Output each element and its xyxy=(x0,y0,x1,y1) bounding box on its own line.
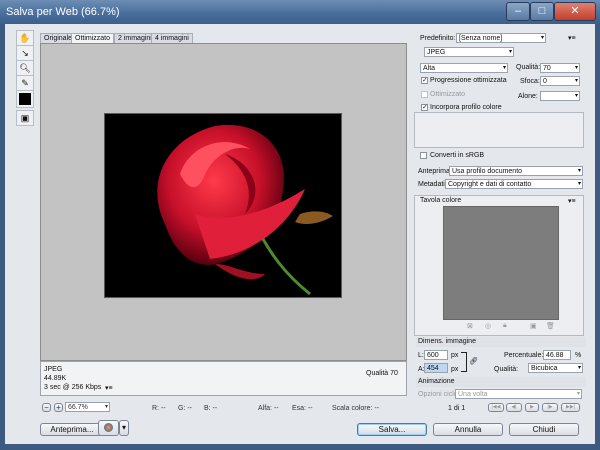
height-unit: px xyxy=(451,366,459,373)
close-window-button[interactable]: ✕ xyxy=(554,2,596,21)
toolbox: ✋ ↘ 🔍︎ ✎ ▣ xyxy=(16,30,34,126)
width-input[interactable]: 600 xyxy=(424,350,448,360)
play-button[interactable]: ▶ xyxy=(525,403,539,412)
preview-image[interactable] xyxy=(104,113,342,298)
delete-color-icon[interactable]: 🗑︎ xyxy=(546,322,555,330)
animation-header: Animazione xyxy=(416,377,586,387)
eyedropper-icon[interactable]: ✎ xyxy=(16,75,34,91)
width-unit: px xyxy=(451,352,459,359)
tab-4up[interactable]: 4 immagini xyxy=(151,33,193,43)
preview-label: Anteprima: xyxy=(418,168,452,175)
info-format: JPEG xyxy=(44,366,63,373)
embed-profile-checkbox[interactable]: ✓ xyxy=(421,104,428,111)
slice-select-icon[interactable]: ↘ xyxy=(16,45,34,61)
minimize-button[interactable]: – xyxy=(506,2,530,21)
readout-index: Scala colore: -- xyxy=(332,405,380,412)
quality-input[interactable]: 70 ▾ xyxy=(540,63,580,73)
web-snap-icon[interactable]: ◎ xyxy=(485,322,491,330)
tab-optimized[interactable]: Ottimizzato xyxy=(71,33,115,43)
frame-counter: 1 di 1 xyxy=(448,405,466,412)
width-label: L: xyxy=(418,352,424,359)
hand-icon[interactable]: ✋ xyxy=(16,30,34,46)
constrain-proportions-icon[interactable]: 🔗︎ xyxy=(469,357,478,365)
metadata-select[interactable]: Copyright e dati di contatto ▾ xyxy=(445,179,583,189)
srgb-label: Converti in sRGB xyxy=(430,152,485,159)
readout-hex: Esa: -- xyxy=(292,405,313,412)
format-select[interactable]: JPEG ▾ xyxy=(424,47,514,57)
matte-select[interactable]: ▾ xyxy=(540,91,580,101)
title-bar: Salva per Web (66.7%) – □ ✕ xyxy=(0,0,600,24)
progressive-label: Progressione ottimizzata xyxy=(430,77,507,84)
zoom-out-button[interactable]: − xyxy=(42,403,51,412)
save-button[interactable]: Salva... xyxy=(357,423,427,436)
info-download-time: 3 sec @ 256 Kbps xyxy=(44,384,102,391)
loop-select[interactable]: Una volta ▾ xyxy=(455,389,582,399)
settings-divider xyxy=(414,112,584,148)
map-color-icon[interactable]: ⊠ xyxy=(467,322,473,330)
zoom-icon[interactable]: 🔍︎ xyxy=(16,60,34,76)
download-menu-icon[interactable]: ▾≡ xyxy=(105,384,113,392)
readout-alpha: Alfa: -- xyxy=(258,405,279,412)
browser-icon[interactable] xyxy=(98,420,119,436)
prev-frame-button[interactable]: ◀| xyxy=(506,403,522,412)
color-swatch-icon[interactable] xyxy=(16,90,34,108)
preset-select[interactable]: [Senza nome] ▾ xyxy=(456,33,546,43)
embed-profile-label: Incorpora profilo colore xyxy=(430,104,502,111)
matte-label: Alone: xyxy=(518,93,538,100)
resample-label: Qualità: xyxy=(494,366,519,373)
readout-r: R: -- xyxy=(152,405,166,412)
readout-g: G: -- xyxy=(178,405,192,412)
tab-2up[interactable]: 2 immagini xyxy=(114,33,156,43)
loop-label: Opzioni ciclo: xyxy=(418,391,460,398)
progressive-checkbox[interactable]: ✓ xyxy=(421,77,428,84)
srgb-checkbox[interactable] xyxy=(420,152,427,159)
color-table-grid[interactable] xyxy=(443,206,559,320)
height-input[interactable]: 454 xyxy=(424,363,448,373)
color-table-title: Tavola colore xyxy=(420,197,462,204)
preview-in-browser-button[interactable]: Anteprima... xyxy=(40,423,104,436)
image-size-header: Dimens. immagine xyxy=(416,337,586,347)
preset-label: Predefinito: xyxy=(420,35,456,42)
window-title: Salva per Web (66.7%) xyxy=(6,6,120,18)
percent-unit: % xyxy=(575,352,582,359)
preview-select[interactable]: Usa profilo documento ▾ xyxy=(449,166,583,176)
new-color-icon[interactable]: ▣ xyxy=(530,322,537,330)
optimized-label: Ottimizzato xyxy=(430,91,466,98)
blur-input[interactable]: 0 ▾ xyxy=(540,76,580,86)
info-file-size: 44.89K xyxy=(44,375,67,382)
optimize-menu-icon[interactable]: ▾≡ xyxy=(568,34,576,42)
last-frame-button[interactable]: ▶▶| xyxy=(561,403,580,412)
animation-controls: |◀◀ ◀| ▶ |▶ ▶▶| xyxy=(488,403,580,412)
blur-label: Sfoca: xyxy=(520,78,540,85)
zoom-select[interactable]: 66.7% ▾ xyxy=(65,402,110,412)
zoom-in-button[interactable]: + xyxy=(54,403,63,412)
compression-select[interactable]: Alta ▾ xyxy=(420,63,508,73)
first-frame-button[interactable]: |◀◀ xyxy=(488,403,504,412)
quality-label: Qualità: xyxy=(516,64,541,71)
lock-color-icon[interactable]: 🔒︎ xyxy=(503,322,507,330)
metadata-label: Metadati: xyxy=(418,181,447,188)
status-bar: − + 66.7% ▾ R: -- G: -- B: -- Alfa: -- Es… xyxy=(40,400,407,416)
toggle-slices-icon[interactable]: ▣ xyxy=(16,110,34,126)
percent-input[interactable]: 46.88 xyxy=(543,350,571,360)
color-table-menu-icon[interactable]: ▾≡ xyxy=(568,197,576,205)
maximize-button[interactable]: □ xyxy=(530,2,554,21)
optimized-checkbox[interactable] xyxy=(421,91,428,98)
cancel-button[interactable]: Annulla xyxy=(433,423,503,436)
optimization-info: JPEG 44.89K 3 sec @ 256 Kbps ▾≡ Qualità … xyxy=(40,361,407,396)
readout-b: B: -- xyxy=(204,405,218,412)
resample-select[interactable]: Bicubica ▾ xyxy=(528,363,583,373)
info-quality: Qualità 70 xyxy=(366,370,398,377)
done-button[interactable]: Chiudi xyxy=(509,423,579,436)
browser-menu-button[interactable]: ▾ xyxy=(119,420,129,436)
next-frame-button[interactable]: |▶ xyxy=(542,403,558,412)
constrain-bracket xyxy=(461,352,467,372)
percent-label: Percentuale: xyxy=(504,352,544,359)
